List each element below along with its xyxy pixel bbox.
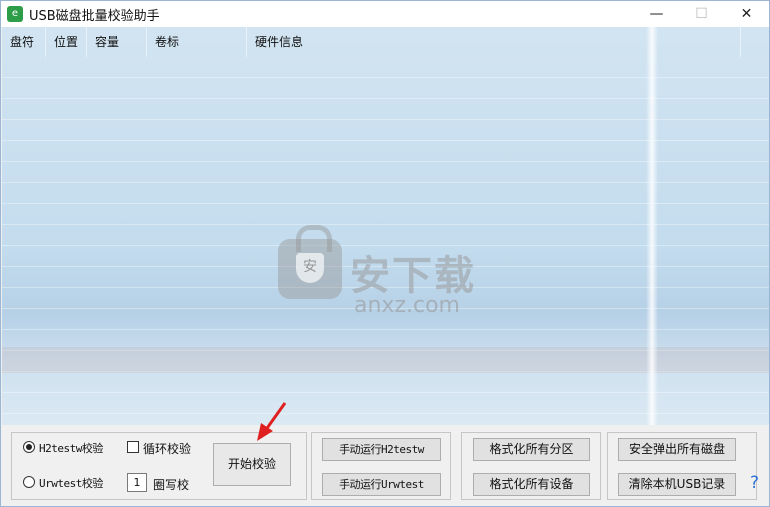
watermark-text-en: anxz.com — [354, 293, 460, 318]
window-title: USB磁盘批量校验助手 — [29, 9, 160, 24]
help-icon[interactable]: ? — [750, 473, 759, 493]
radio-urwtest-label[interactable]: Urwtest校验 — [39, 475, 103, 491]
column-hardware-info[interactable]: 硬件信息 — [247, 27, 741, 57]
clear-usb-records-button[interactable]: 清除本机USB记录 — [618, 473, 736, 496]
maximize-button[interactable]: ☐ — [679, 1, 724, 27]
minimize-button[interactable]: — — [634, 1, 679, 27]
background-glow — [646, 27, 658, 425]
title-bar[interactable]: e USB磁盘批量校验助手 — ☐ ✕ — [1, 1, 769, 27]
close-button[interactable]: ✕ — [724, 1, 769, 27]
column-capacity[interactable]: 容量 — [87, 27, 147, 57]
column-drive-letter[interactable]: 盘符 — [2, 27, 46, 57]
loop-check-checkbox[interactable] — [127, 441, 139, 453]
app-window: e USB磁盘批量校验助手 — ☐ ✕ 盘符 位置 容量 卷标 硬件信息 安 安… — [0, 0, 770, 507]
format-all-partitions-button[interactable]: 格式化所有分区 — [473, 438, 590, 461]
format-all-devices-button[interactable]: 格式化所有设备 — [473, 473, 590, 496]
eject-all-disks-button[interactable]: 安全弹出所有磁盘 — [618, 438, 736, 461]
red-arrow-icon — [257, 402, 287, 441]
radio-urwtest[interactable] — [23, 476, 35, 488]
radio-h2testw[interactable] — [23, 441, 35, 453]
loop-check-label[interactable]: 循环校验 — [143, 440, 191, 457]
watermark-shield-icon: 安 — [296, 253, 324, 283]
column-volume-label[interactable]: 卷标 — [147, 27, 247, 57]
watermark-logo: 安 安下载 anxz.com — [278, 213, 498, 323]
manual-run-urwtest-button[interactable]: 手动运行Urwtest — [322, 473, 441, 496]
manual-run-urwtest-label: 手动运行Urwtest — [339, 478, 424, 491]
rounds-input[interactable]: 1 — [127, 473, 147, 492]
disk-list[interactable]: 盘符 位置 容量 卷标 硬件信息 安 安下载 anxz.com — [2, 27, 769, 425]
radio-h2testw-label[interactable]: H2testw校验 — [39, 440, 103, 456]
app-icon: e — [7, 6, 23, 22]
rounds-label: 圈写校 — [153, 478, 190, 492]
start-verify-button[interactable]: 开始校验 — [213, 443, 291, 486]
column-location[interactable]: 位置 — [46, 27, 87, 57]
manual-run-h2testw-button[interactable]: 手动运行H2testw — [322, 438, 441, 461]
manual-run-h2testw-label: 手动运行H2testw — [339, 443, 424, 456]
